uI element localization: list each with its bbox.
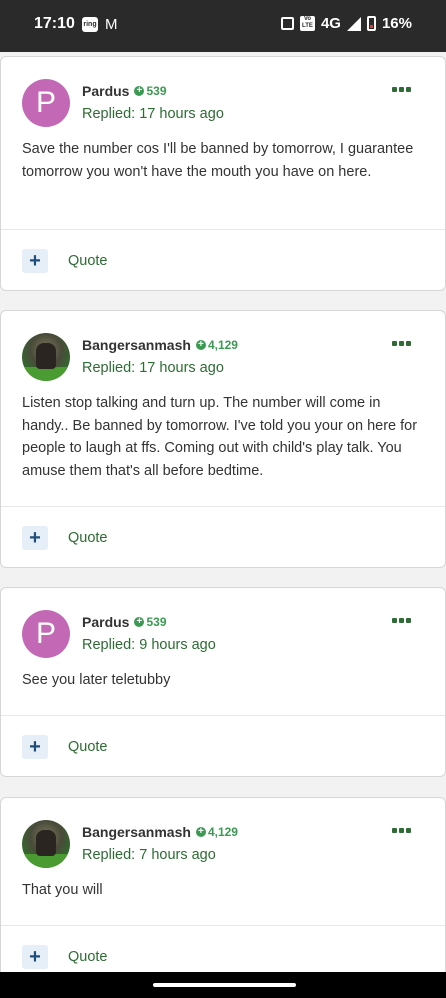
reply-body: See you later teletubby — [22, 672, 171, 688]
quote-plus-button[interactable]: + — [22, 945, 48, 969]
reputation-badge: + 4,129 — [195, 825, 238, 839]
more-options-icon[interactable] — [392, 828, 411, 833]
reputation-badge: + 4,129 — [195, 338, 238, 352]
reputation-count: 4,129 — [207, 338, 238, 352]
reply-card: Bangersanmash + 4,129 Replied: 17 hours … — [0, 310, 446, 568]
ring-app-icon: ring — [82, 17, 98, 32]
username[interactable]: Pardus — [82, 83, 129, 99]
reply-timestamp: Replied: 9 hours ago — [82, 637, 216, 653]
plus-circle-icon: + — [195, 827, 206, 837]
username[interactable]: Bangersanmash — [82, 337, 191, 353]
reputation-count: 4,129 — [207, 825, 238, 839]
avatar[interactable]: P — [22, 79, 70, 127]
quote-button[interactable]: Quote — [68, 949, 108, 965]
status-indicators: Vo LTE 4G 16% — [280, 15, 412, 32]
author-name[interactable]: Bangersanmash + 4,129 — [82, 337, 238, 353]
reply-card: Bangersanmash + 4,129 Replied: 7 hours a… — [0, 797, 446, 972]
status-bar: 17:10 ring M Vo LTE 4G 16% — [0, 0, 446, 52]
quote-plus-button[interactable]: + — [22, 249, 48, 273]
reply-card: P Pardus + 539 Replied: 9 hours ago See … — [0, 587, 446, 777]
divider — [1, 925, 445, 926]
avatar[interactable] — [22, 820, 70, 868]
plus-circle-icon: + — [134, 86, 145, 96]
plus-circle-icon: + — [195, 340, 206, 350]
reply-timestamp: Replied: 17 hours ago — [82, 106, 224, 122]
quote-button[interactable]: Quote — [68, 739, 108, 755]
more-options-icon[interactable] — [392, 341, 411, 346]
avatar[interactable]: P — [22, 610, 70, 658]
avatar[interactable] — [22, 333, 70, 381]
quote-button[interactable]: Quote — [68, 253, 108, 269]
author-name[interactable]: Bangersanmash + 4,129 — [82, 824, 238, 840]
reply-body: Listen stop talking and turn up. The num… — [22, 395, 418, 479]
more-options-icon[interactable] — [392, 87, 411, 92]
reply-timestamp: Replied: 17 hours ago — [82, 360, 224, 376]
volte-icon: Vo LTE — [299, 16, 315, 31]
divider — [1, 229, 445, 230]
reply-timestamp: Replied: 7 hours ago — [82, 847, 216, 863]
reply-body: That you will — [22, 882, 103, 898]
reputation-badge: + 539 — [134, 84, 167, 98]
quote-button[interactable]: Quote — [68, 530, 108, 546]
gmail-icon: M — [105, 16, 118, 33]
quote-plus-button[interactable]: + — [22, 526, 48, 550]
plus-circle-icon: + — [134, 617, 145, 627]
status-time: 17:10 — [34, 15, 75, 32]
author-name[interactable]: Pardus + 539 — [82, 83, 167, 99]
quote-plus-button[interactable]: + — [22, 735, 48, 759]
reputation-badge: + 539 — [134, 615, 167, 629]
username[interactable]: Bangersanmash — [82, 824, 191, 840]
navigation-bar — [0, 972, 446, 998]
divider — [1, 715, 445, 716]
reputation-count: 539 — [146, 84, 167, 98]
reputation-count: 539 — [146, 615, 167, 629]
network-type: 4G — [320, 15, 341, 32]
battery-icon — [366, 16, 376, 31]
signal-icon — [346, 16, 361, 31]
replies-list[interactable]: P Pardus + 539 Replied: 17 hours ago Sav… — [0, 52, 446, 972]
reply-body: Save the number cos I'll be banned by to… — [22, 141, 414, 180]
nfc-icon — [280, 17, 294, 30]
home-gesture-handle[interactable] — [153, 983, 296, 987]
battery-percent: 16% — [381, 15, 412, 32]
divider — [1, 506, 445, 507]
username[interactable]: Pardus — [82, 614, 129, 630]
more-options-icon[interactable] — [392, 618, 411, 623]
reply-card: P Pardus + 539 Replied: 17 hours ago Sav… — [0, 56, 446, 291]
author-name[interactable]: Pardus + 539 — [82, 614, 167, 630]
